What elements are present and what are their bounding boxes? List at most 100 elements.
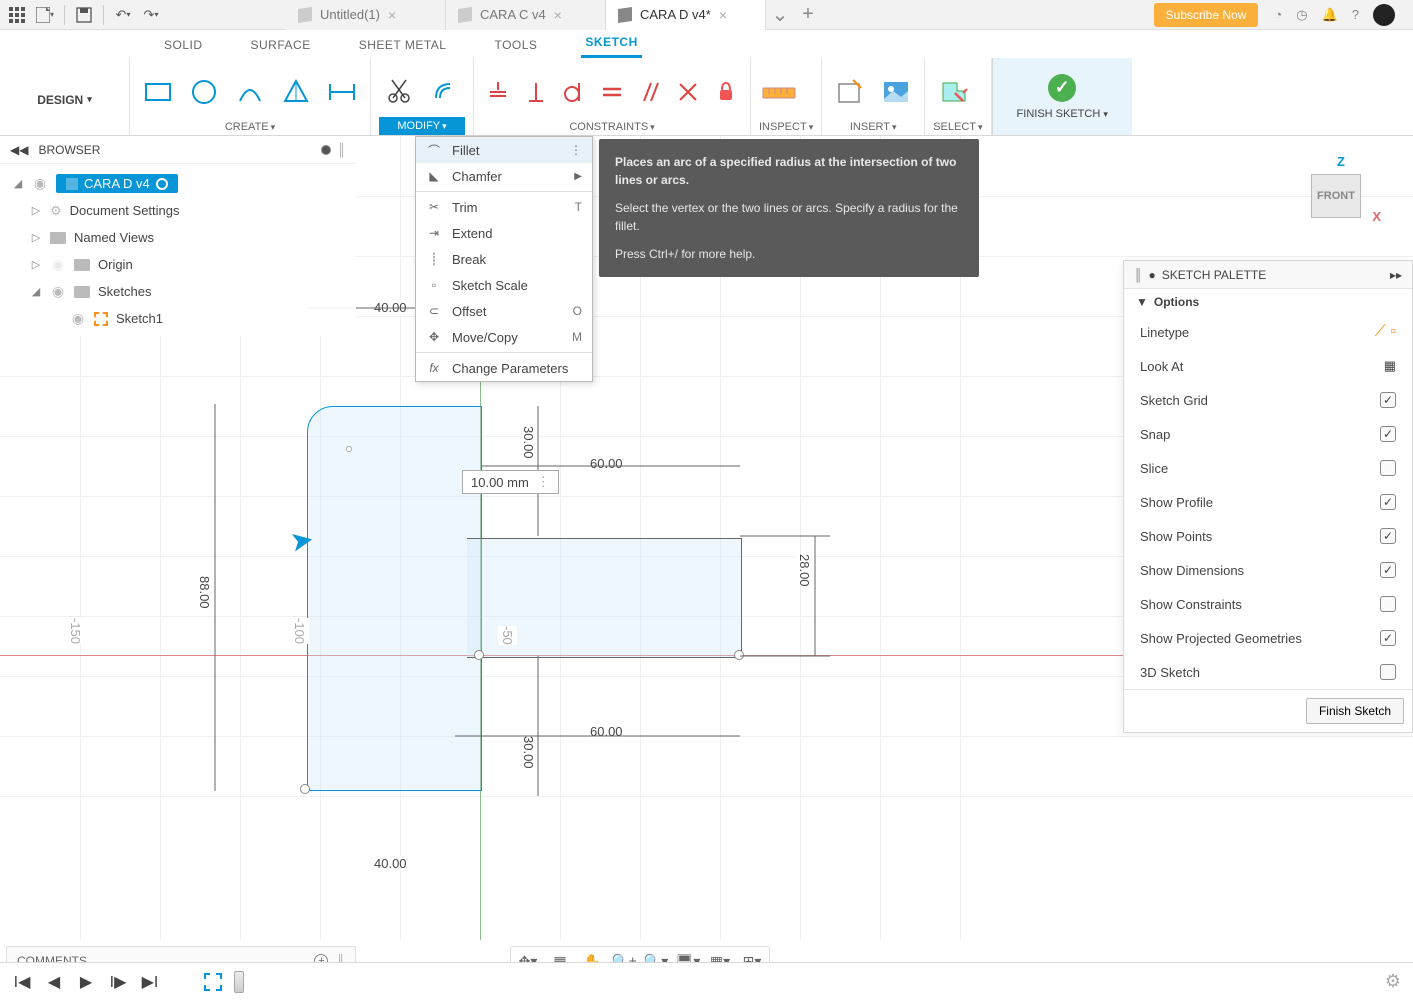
option-show-constraints[interactable]: Show Constraints bbox=[1124, 587, 1412, 621]
tree-root[interactable]: ◢◉ CARA D v4 bbox=[12, 170, 352, 197]
eye-icon[interactable]: ◉ bbox=[50, 256, 66, 273]
parallel-constraint-icon[interactable] bbox=[634, 76, 666, 108]
perpendicular-constraint-icon[interactable] bbox=[672, 76, 704, 108]
eye-icon[interactable]: ◉ bbox=[70, 310, 86, 327]
help-icon[interactable]: ? bbox=[1352, 7, 1359, 22]
view-cube[interactable]: Z X FRONT bbox=[1297, 154, 1375, 232]
tree-doc-settings[interactable]: ▷⚙Document Settings bbox=[12, 197, 352, 224]
option-snap[interactable]: Snap✓ bbox=[1124, 417, 1412, 451]
trim-icon[interactable] bbox=[379, 71, 419, 111]
measure-icon[interactable] bbox=[759, 72, 799, 112]
line-icon[interactable] bbox=[138, 72, 178, 112]
fix-constraint-icon[interactable] bbox=[710, 76, 742, 108]
apps-icon[interactable] bbox=[4, 2, 30, 28]
checkbox[interactable] bbox=[1380, 596, 1396, 612]
checkbox[interactable] bbox=[1380, 664, 1396, 680]
finish-sketch-button[interactable]: ✓ FINISH SKETCH ▾ bbox=[992, 58, 1132, 135]
menu-extend[interactable]: ⇥Extend bbox=[416, 220, 592, 246]
checkbox[interactable]: ✓ bbox=[1380, 426, 1396, 442]
tab-carad[interactable]: CARA D v4*× bbox=[606, 0, 766, 30]
timeline-play-icon[interactable]: ▶ bbox=[76, 972, 96, 992]
option-sketch-grid[interactable]: Sketch Grid✓ bbox=[1124, 383, 1412, 417]
workspace-button[interactable]: DESIGN▾ bbox=[37, 93, 92, 107]
horizontal-constraint-icon[interactable] bbox=[482, 76, 514, 108]
jobs-icon[interactable]: ◷ bbox=[1296, 7, 1307, 23]
tree-named-views[interactable]: ▷Named Views bbox=[12, 224, 352, 251]
menu-break[interactable]: ┊Break bbox=[416, 246, 592, 272]
fillet-radius-input[interactable]: 10.00 mm⋮ bbox=[462, 470, 559, 494]
expand-icon[interactable]: ▸▸ bbox=[1390, 268, 1402, 282]
close-icon[interactable]: × bbox=[719, 7, 727, 23]
dimension[interactable]: 40.00 bbox=[372, 300, 409, 315]
menu-chamfer[interactable]: ◣Chamfer▶ bbox=[416, 163, 592, 189]
new-tab-button[interactable]: + bbox=[794, 0, 822, 30]
avatar[interactable] bbox=[1373, 4, 1395, 26]
extensions-icon[interactable]: ◔ bbox=[1274, 7, 1282, 22]
checkbox[interactable]: ✓ bbox=[1380, 562, 1396, 578]
menu-trim[interactable]: ✂TrimT bbox=[416, 194, 592, 220]
tab-surface[interactable]: SURFACE bbox=[247, 32, 315, 58]
options-section[interactable]: ▼Options bbox=[1124, 289, 1412, 315]
sketch-profile[interactable] bbox=[307, 406, 739, 791]
option-linetype[interactable]: Linetype⟋ ▫ bbox=[1124, 315, 1412, 349]
eye-icon[interactable]: ◉ bbox=[32, 175, 48, 192]
close-icon[interactable]: × bbox=[388, 7, 396, 23]
timeline-marker[interactable] bbox=[234, 971, 244, 993]
vertical-constraint-icon[interactable] bbox=[520, 76, 552, 108]
option-show-dimensions[interactable]: Show Dimensions✓ bbox=[1124, 553, 1412, 587]
tab-sketch[interactable]: SKETCH bbox=[581, 29, 641, 58]
option-3d-sketch[interactable]: 3D Sketch bbox=[1124, 655, 1412, 689]
undo-icon[interactable]: ↶▾ bbox=[110, 2, 136, 28]
gear-icon[interactable]: ⚙ bbox=[1385, 971, 1401, 992]
circle-icon[interactable] bbox=[184, 72, 224, 112]
timeline-next-icon[interactable]: I▶ bbox=[108, 972, 128, 992]
dimension[interactable]: 40.00 bbox=[372, 856, 409, 871]
menu-offset[interactable]: ⊂OffsetO bbox=[416, 298, 592, 324]
dimension[interactable]: 30.00 bbox=[519, 736, 538, 769]
finish-sketch-button-palette[interactable]: Finish Sketch bbox=[1306, 698, 1404, 724]
eye-icon[interactable]: ◉ bbox=[50, 283, 66, 300]
dimension[interactable]: 88.00 bbox=[195, 576, 214, 609]
menu-sketch-scale[interactable]: ▫Sketch Scale bbox=[416, 272, 592, 298]
option-show-points[interactable]: Show Points✓ bbox=[1124, 519, 1412, 553]
timeline-sketch-feature[interactable] bbox=[204, 973, 222, 991]
modify-dropdown-button[interactable]: MODIFY▾ bbox=[379, 117, 465, 135]
redo-icon[interactable]: ↷▾ bbox=[138, 2, 164, 28]
checkbox[interactable]: ✓ bbox=[1380, 392, 1396, 408]
option-lookat[interactable]: Look At▦ bbox=[1124, 349, 1412, 383]
dimension[interactable]: 28.00 bbox=[795, 554, 814, 587]
lookat-icon[interactable]: ▦ bbox=[1384, 358, 1396, 374]
tab-sheetmetal[interactable]: SHEET METAL bbox=[355, 32, 451, 58]
checkbox[interactable]: ✓ bbox=[1380, 630, 1396, 646]
tab-carac[interactable]: CARA C v4× bbox=[446, 0, 606, 30]
dimension[interactable]: 60.00 bbox=[588, 456, 625, 471]
checkbox[interactable]: ✓ bbox=[1380, 528, 1396, 544]
insert-derive-icon[interactable] bbox=[830, 72, 870, 112]
viewcube-face-front[interactable]: FRONT bbox=[1311, 174, 1361, 218]
tab-tools[interactable]: TOOLS bbox=[490, 32, 541, 58]
tab-solid[interactable]: SOLID bbox=[160, 32, 207, 58]
dimension[interactable]: 60.00 bbox=[588, 724, 625, 739]
options-icon[interactable] bbox=[321, 145, 331, 155]
option-show-profile[interactable]: Show Profile✓ bbox=[1124, 485, 1412, 519]
tangent-constraint-icon[interactable] bbox=[558, 76, 590, 108]
option-slice[interactable]: Slice bbox=[1124, 451, 1412, 485]
subscribe-button[interactable]: Subscribe Now bbox=[1154, 3, 1259, 27]
notifications-icon[interactable]: 🔔 bbox=[1322, 7, 1338, 23]
tab-untitled[interactable]: Untitled(1)× bbox=[286, 0, 446, 30]
dimension[interactable]: 30.00 bbox=[519, 426, 538, 459]
file-icon[interactable]: ▾ bbox=[32, 2, 58, 28]
menu-change-params[interactable]: fxChange Parameters bbox=[416, 355, 592, 381]
polygon-icon[interactable] bbox=[276, 72, 316, 112]
select-icon[interactable] bbox=[933, 72, 973, 112]
option-show-projected[interactable]: Show Projected Geometries✓ bbox=[1124, 621, 1412, 655]
collapse-icon[interactable]: ◀◀ bbox=[10, 143, 28, 157]
tree-sketch1[interactable]: ◉Sketch1 bbox=[12, 305, 352, 332]
menu-fillet[interactable]: ⌒Fillet⋮ bbox=[416, 137, 592, 163]
arc-icon[interactable] bbox=[230, 72, 270, 112]
save-icon[interactable] bbox=[71, 2, 97, 28]
dimension-icon[interactable] bbox=[322, 72, 362, 112]
offset-icon[interactable] bbox=[425, 71, 465, 111]
equal-constraint-icon[interactable] bbox=[596, 76, 628, 108]
checkbox[interactable] bbox=[1380, 460, 1396, 476]
